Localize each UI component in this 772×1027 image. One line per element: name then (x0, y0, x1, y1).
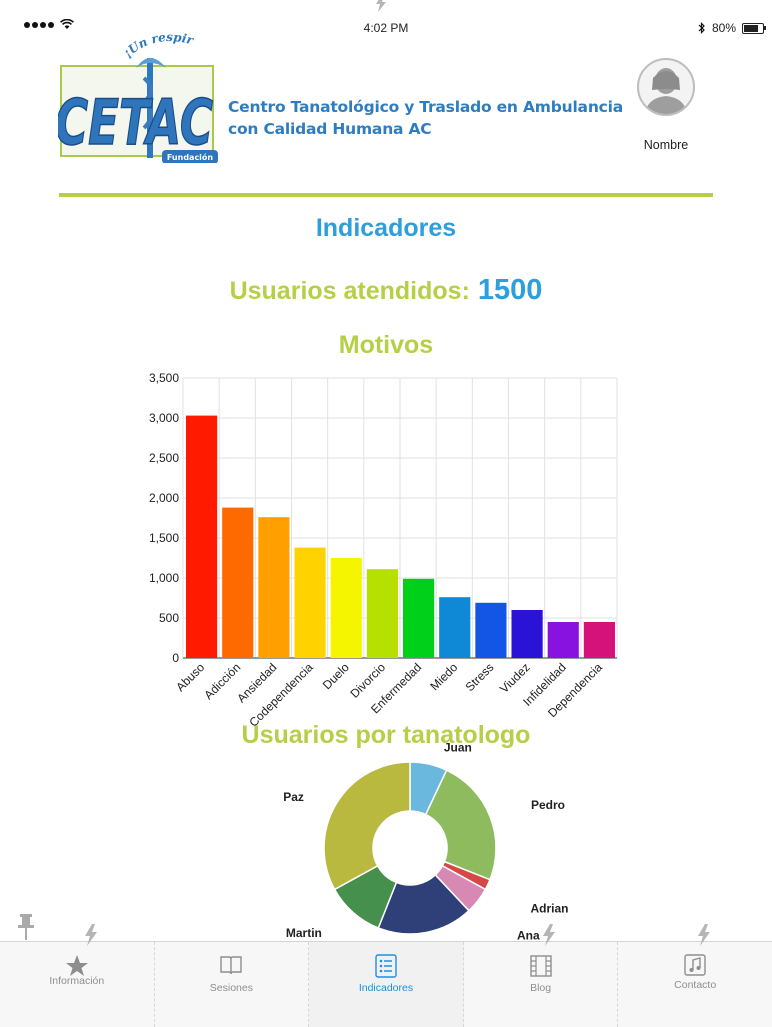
tab-contacto[interactable]: Contacto (618, 942, 772, 1027)
slice-label: Juan (444, 740, 472, 754)
tab-label: Contacto (674, 979, 717, 991)
lightning-icon (85, 924, 97, 946)
film-icon (529, 955, 552, 977)
tab-label: Información (49, 975, 105, 987)
list-icon (375, 954, 397, 978)
slice-label: Pedro (531, 798, 565, 812)
music-note-icon (684, 954, 706, 976)
tab-label: Blog (530, 982, 552, 994)
slice-label: Ana (517, 928, 540, 941)
slice-label: Adrian (530, 902, 568, 916)
pin-icon (18, 914, 34, 940)
lightning-icon (698, 924, 710, 946)
lightning-icon (543, 924, 555, 946)
tab-label: Indicadores (358, 982, 414, 994)
tab-indicadores[interactable]: Indicadores (309, 942, 464, 1027)
tab-sesiones[interactable]: Sesiones (155, 942, 310, 1027)
tab-informacion[interactable]: Información (0, 942, 155, 1027)
tab-blog[interactable]: Blog (464, 942, 619, 1027)
donut-slice (323, 761, 411, 891)
slice-label: Paz (283, 790, 304, 804)
book-icon (220, 956, 243, 975)
tab-label: Sesiones (209, 982, 253, 994)
tanatologo-donut-chart: JuanPedroAdrianAnaSaraMartinPaz (283, 740, 568, 941)
slice-label: Martin (286, 926, 322, 940)
tab-bar: Información Sesiones Indicadores Blog Co… (0, 941, 772, 1027)
